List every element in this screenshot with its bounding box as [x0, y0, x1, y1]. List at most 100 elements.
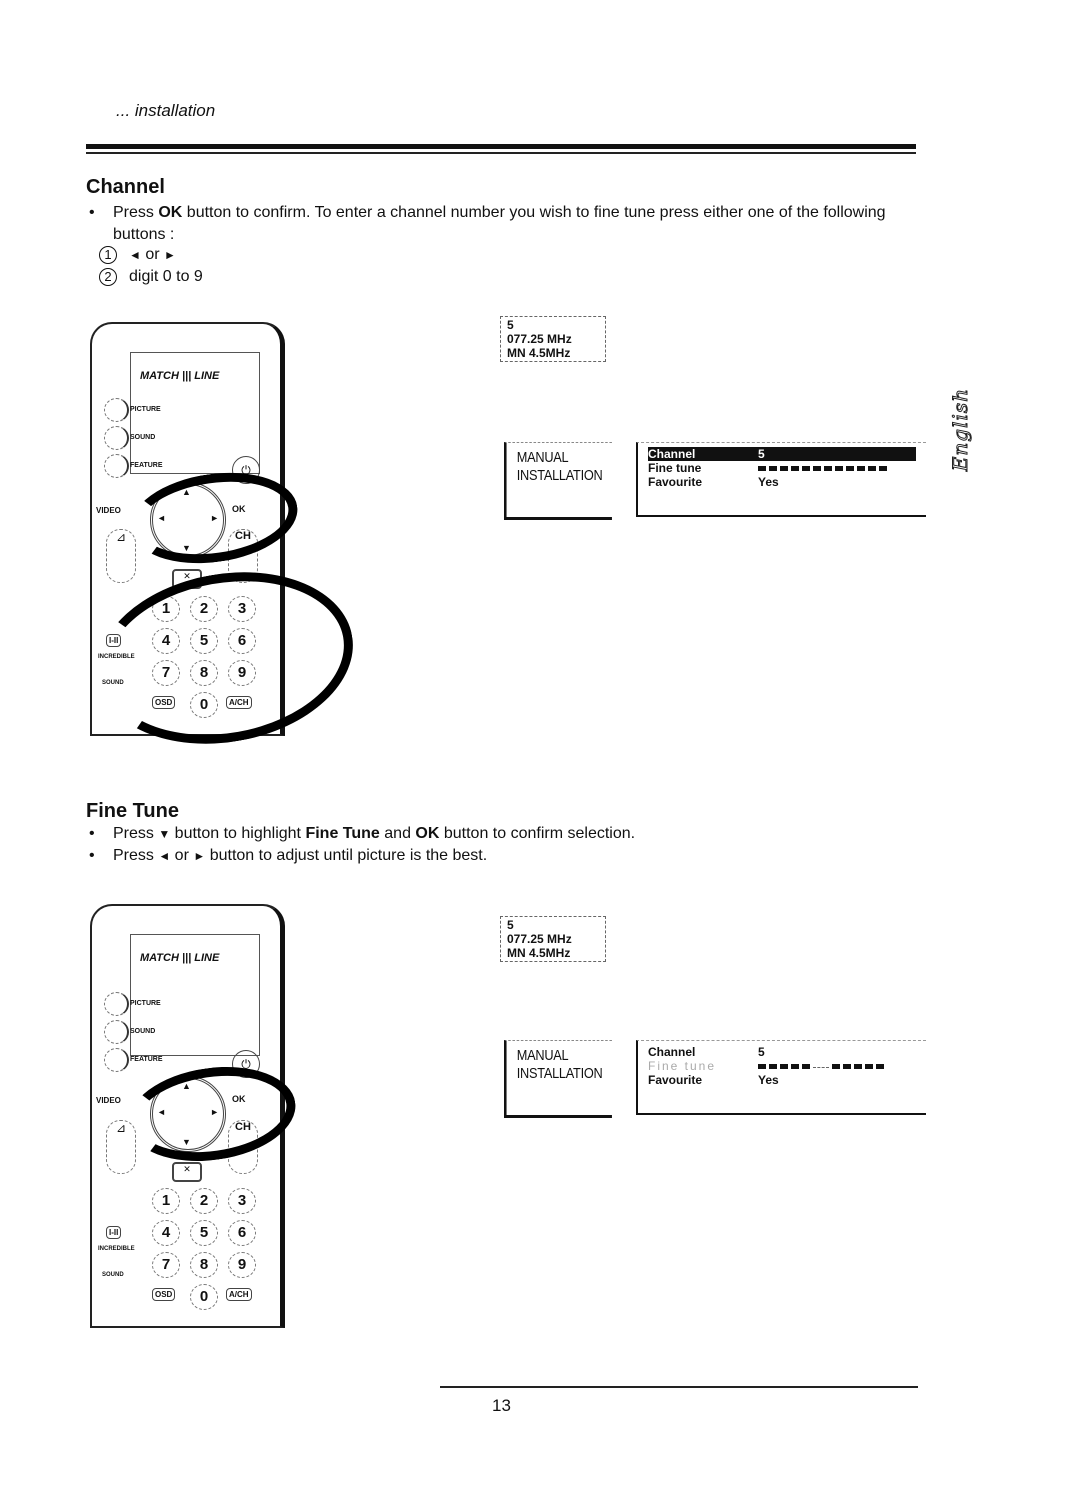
text: button to adjust until picture is the be… [205, 847, 488, 864]
video-label: VIDEO [96, 506, 121, 515]
section-label: ... installation [116, 101, 216, 120]
menu-row-fine-tune: Fine tune [648, 461, 916, 475]
feature-label: FEATURE [130, 462, 163, 469]
header-rule [86, 144, 916, 149]
fine-tune-label: Fine Tune [305, 825, 380, 842]
bar-segment [857, 465, 865, 471]
bar-segment [769, 1063, 777, 1069]
bar-segment [843, 1063, 851, 1069]
left-arrow-icon: ◄ [129, 248, 141, 262]
sound-label-small: SOUND [102, 1272, 124, 1278]
mute-icon: ✕ [172, 1162, 202, 1182]
ok-key-label: OK [158, 204, 183, 221]
osd-channel-info: 5 077.25 MHz MN 4.5MHz [500, 316, 606, 362]
text: Press [113, 204, 159, 221]
bar-segment [854, 1063, 862, 1069]
fine-tune-bar [758, 1059, 916, 1073]
circled-number: 1 [99, 246, 117, 264]
row-label: Favourite [648, 475, 703, 489]
bar-segment [832, 1063, 840, 1069]
digit-3: 3 [228, 1188, 256, 1214]
menu-row-favourite: Favourite Yes [648, 475, 916, 489]
volume-icon: ⊿ [106, 529, 136, 583]
text: Press [113, 825, 159, 842]
text: or [140, 246, 165, 263]
brand-logo: MATCH ||| LINE [140, 952, 220, 964]
text: or [170, 847, 194, 864]
feature-button [104, 1048, 129, 1072]
menu-row-favourite: Favourite Yes [648, 1073, 916, 1087]
picture-button [104, 398, 129, 422]
text: and [379, 825, 416, 842]
row-value: Yes [758, 1073, 779, 1087]
fine-tune-bar [758, 461, 916, 475]
page-number: 13 [492, 1396, 511, 1415]
bar-segment [791, 465, 799, 471]
digit-2: 2 [190, 1188, 218, 1214]
bar-segment [846, 465, 854, 471]
digit-5: 5 [190, 1220, 218, 1246]
bullet: • [89, 204, 95, 221]
fine-tune-instruction-1: • Press ▼ button to highlight Fine Tune … [89, 823, 635, 845]
menu-row-channel: Channel 5 [648, 1045, 916, 1059]
feature-button [104, 454, 129, 478]
menu-options: Channel 5 Fine tune Favourite Yes [636, 1040, 926, 1115]
menu-options: Channel 5 Fine tune Favourite Yes [636, 442, 926, 517]
digit-4: 4 [152, 1220, 180, 1246]
option-1: 1 ◄ or ► [99, 244, 176, 266]
text: digit 0 to 9 [129, 268, 203, 285]
menu-row-fine-tune: Fine tune [648, 1059, 916, 1073]
bar-segment [802, 465, 810, 471]
bar-segment [868, 465, 876, 471]
channel-heading: Channel [86, 176, 165, 198]
row-value: 5 [758, 447, 765, 461]
menu-title-frame: MANUAL INSTALLATION [504, 1040, 612, 1118]
osd-frequency: 077.25 MHz [507, 932, 572, 946]
ok-key-label: OK [415, 825, 440, 842]
osd-system: MN 4.5MHz [507, 346, 571, 360]
osd-channel-number: 5 [507, 318, 514, 332]
footer-rule [440, 1386, 918, 1388]
text: button to highlight [170, 825, 306, 842]
menu-title-line2: INSTALLATION [516, 467, 603, 484]
highlight-circle-dpad [124, 462, 304, 574]
bar-segment [865, 1063, 873, 1069]
osd-system: MN 4.5MHz [507, 946, 571, 960]
bar-segment [813, 465, 821, 471]
bar-segment [791, 1063, 799, 1069]
bar-segment [780, 1063, 788, 1069]
menu-title-line1: MANUAL [516, 449, 569, 466]
sound-label: SOUND [130, 1028, 156, 1035]
sound-button [104, 426, 129, 450]
highlight-circle-digits [83, 552, 367, 764]
osd-channel-number: 5 [507, 918, 514, 932]
bar-cursor [813, 1064, 829, 1068]
remote-control-illustration: MATCH ||| LINE PICTURE SOUND FEATURE ⏻ V… [90, 904, 302, 1328]
osd-key: OSD [152, 1288, 176, 1301]
digit-9: 9 [228, 1252, 256, 1278]
menu-title-line2: INSTALLATION [516, 1065, 603, 1082]
bar-segment [824, 465, 832, 471]
fine-tune-instruction-2: • Press ◄ or ► button to adjust until pi… [89, 845, 488, 867]
picture-label: PICTURE [130, 406, 161, 413]
brand-logo: MATCH ||| LINE [140, 370, 220, 382]
bar-segment [879, 465, 887, 471]
channel-instruction: • Press OK button to confirm. To enter a… [89, 202, 933, 246]
language-tab: English [948, 388, 973, 472]
header-rule-thin [86, 152, 916, 154]
dual-key: I-II [106, 1226, 122, 1239]
bar-segment [758, 465, 766, 471]
row-value: 5 [758, 1045, 765, 1059]
text: button to confirm. To enter a channel nu… [113, 204, 886, 243]
video-label: VIDEO [96, 1096, 121, 1105]
remote-control-illustration: MATCH ||| LINE PICTURE SOUND FEATURE ⏻ V… [83, 322, 367, 764]
highlight-circle-dpad [122, 1056, 302, 1172]
row-label: Channel [648, 1045, 696, 1059]
fine-tune-heading: Fine Tune [86, 800, 179, 822]
menu-row-channel: Channel 5 [648, 447, 916, 461]
bar-segment [835, 465, 843, 471]
sound-button [104, 1020, 129, 1044]
digit-0: 0 [190, 1284, 218, 1310]
row-label-blinking: Fine tune [648, 1059, 717, 1073]
ach-key: A/CH [226, 1288, 252, 1301]
